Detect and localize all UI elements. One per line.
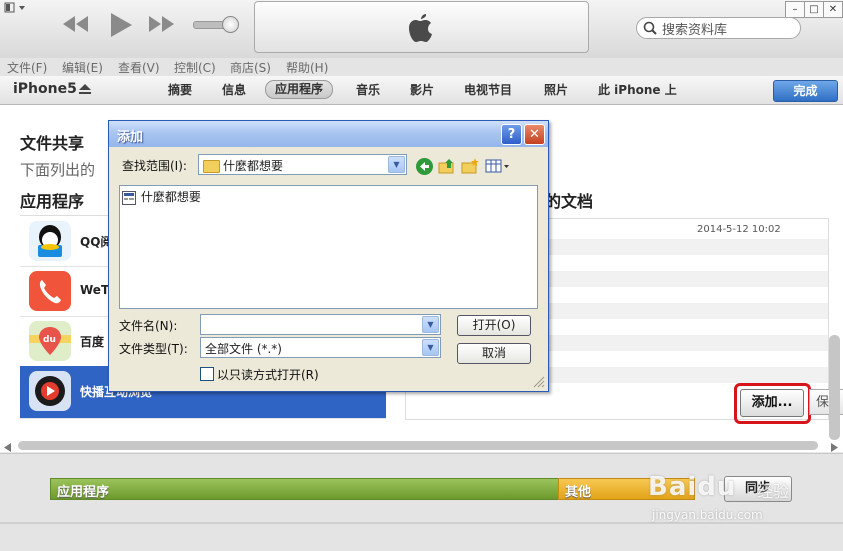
- watermark-sub: 经验: [757, 482, 790, 501]
- play-icon[interactable]: [108, 11, 134, 45]
- qvod-icon: [29, 371, 71, 411]
- dialog-title: 添加: [117, 130, 144, 145]
- status-display: [254, 1, 589, 53]
- watermark-url: jingyan.baidu.com: [652, 508, 763, 522]
- menu-file[interactable]: 文件(F): [7, 59, 47, 76]
- menu-help[interactable]: 帮助(H): [286, 59, 328, 76]
- capacity-other-label: 其他: [565, 485, 592, 500]
- qq-reader-icon: [29, 221, 71, 261]
- look-in-value: 什麼都想要: [223, 159, 284, 173]
- dialog-close-button[interactable]: ✕: [524, 124, 545, 145]
- chevron-down-icon[interactable]: ▼: [422, 316, 439, 333]
- apps-header: 应用程序: [20, 192, 85, 211]
- filetype-label: 文件类型(T):: [119, 342, 188, 356]
- app-menu-icon[interactable]: [4, 2, 30, 14]
- baidu-map-icon: du: [29, 321, 71, 361]
- divider: [0, 522, 843, 524]
- file-icon: [122, 190, 136, 205]
- look-in-dropdown[interactable]: 什麼都想要 ▼: [198, 154, 407, 175]
- file-item-name: 什麼都想要: [140, 190, 201, 204]
- cancel-button[interactable]: 取消: [457, 343, 531, 364]
- search-box[interactable]: 搜索资料库: [636, 17, 801, 39]
- list-item[interactable]: 什麼都想要: [122, 188, 201, 205]
- file-sharing-title: 文件共享: [20, 134, 85, 153]
- new-folder-icon[interactable]: [461, 158, 479, 178]
- app-name: 百度: [80, 335, 105, 349]
- menu-view[interactable]: 查看(V): [118, 59, 160, 76]
- filetype-value: 全部文件 (*.*): [205, 342, 282, 356]
- tab-apps-label: 应用程序: [275, 82, 324, 96]
- device-name: iPhone5: [13, 81, 77, 97]
- capacity-apps-label: 应用程序: [57, 485, 110, 500]
- view-menu-icon[interactable]: [485, 158, 511, 178]
- tab-movies[interactable]: 影片: [410, 81, 434, 98]
- previous-track-icon[interactable]: [60, 14, 90, 40]
- capacity-apps-segment: 应用程序: [50, 478, 559, 500]
- file-sharing-subtitle: 下面列出的: [20, 161, 96, 179]
- maximize-button[interactable]: □: [804, 1, 824, 18]
- chevron-down-icon[interactable]: ▼: [388, 156, 405, 173]
- chevron-down-icon[interactable]: ▼: [422, 339, 439, 356]
- document-date: 2014-5-12 10:02: [697, 224, 781, 235]
- menu-bar: 文件(F) 编辑(E) 查看(V) 控制(C) 商店(S) 帮助(H): [0, 58, 843, 76]
- vertical-scrollbar[interactable]: [829, 335, 840, 440]
- filename-input[interactable]: ▼: [200, 314, 441, 335]
- done-button[interactable]: 完成: [773, 80, 838, 102]
- menu-edit[interactable]: 编辑(E): [62, 59, 103, 76]
- add-file-dialog: 添加 ? ✕ 查找范围(I): 什麼都想要 ▼ 什麼都想要 文件名(N): ▼ …: [108, 120, 549, 392]
- up-folder-icon[interactable]: [438, 158, 456, 178]
- tab-summary[interactable]: 摘要: [168, 81, 192, 98]
- next-track-icon[interactable]: [147, 14, 177, 40]
- dialog-titlebar: 添加 ? ✕: [109, 121, 548, 147]
- documents-header: 的文档: [545, 192, 594, 211]
- look-in-label: 查找范围(I):: [122, 159, 187, 173]
- resize-grip-icon[interactable]: [533, 376, 545, 391]
- horizontal-scrollbar[interactable]: [18, 441, 818, 450]
- readonly-checkbox[interactable]: [200, 367, 214, 381]
- tab-music[interactable]: 音乐: [356, 81, 380, 98]
- tab-apps[interactable]: 应用程序: [265, 80, 334, 99]
- watermark-brand: Baidu: [648, 472, 737, 502]
- menu-controls[interactable]: 控制(C): [174, 59, 216, 76]
- player-toolbar: – □ ✕ 搜索资料库: [0, 0, 843, 58]
- apple-logo-icon: [406, 12, 436, 47]
- search-placeholder[interactable]: 搜索资料库: [662, 19, 727, 38]
- svg-text:du: du: [43, 335, 56, 345]
- device-navigation: iPhone5 摘要 信息 应用程序 音乐 影片 电视节目 照片 此 iPhon…: [0, 76, 843, 105]
- filename-label: 文件名(N):: [119, 319, 178, 333]
- look-in-value-wrap: 什麼都想要: [203, 157, 283, 174]
- file-list[interactable]: 什麼都想要: [119, 185, 538, 309]
- phone-icon: [29, 271, 71, 311]
- open-button[interactable]: 打开(O): [457, 315, 531, 336]
- dialog-help-button[interactable]: ?: [501, 124, 522, 145]
- tab-tv-shows[interactable]: 电视节目: [464, 81, 512, 98]
- close-window-button[interactable]: ✕: [823, 1, 843, 18]
- tab-photos[interactable]: 照片: [544, 81, 568, 98]
- readonly-label: 以只读方式打开(R): [217, 368, 319, 382]
- add-button[interactable]: 添加...: [740, 389, 804, 417]
- back-icon[interactable]: [416, 158, 433, 175]
- search-icon: [643, 21, 659, 38]
- minimize-button[interactable]: –: [785, 1, 805, 18]
- volume-slider-knob[interactable]: [222, 16, 239, 33]
- tab-on-iphone[interactable]: 此 iPhone 上: [598, 81, 677, 98]
- capacity-panel: [0, 453, 843, 551]
- eject-icon[interactable]: [79, 84, 91, 98]
- tab-info[interactable]: 信息: [222, 81, 246, 98]
- filetype-dropdown[interactable]: 全部文件 (*.*) ▼: [200, 337, 441, 358]
- folder-icon: [203, 160, 220, 173]
- menu-store[interactable]: 商店(S): [230, 59, 271, 76]
